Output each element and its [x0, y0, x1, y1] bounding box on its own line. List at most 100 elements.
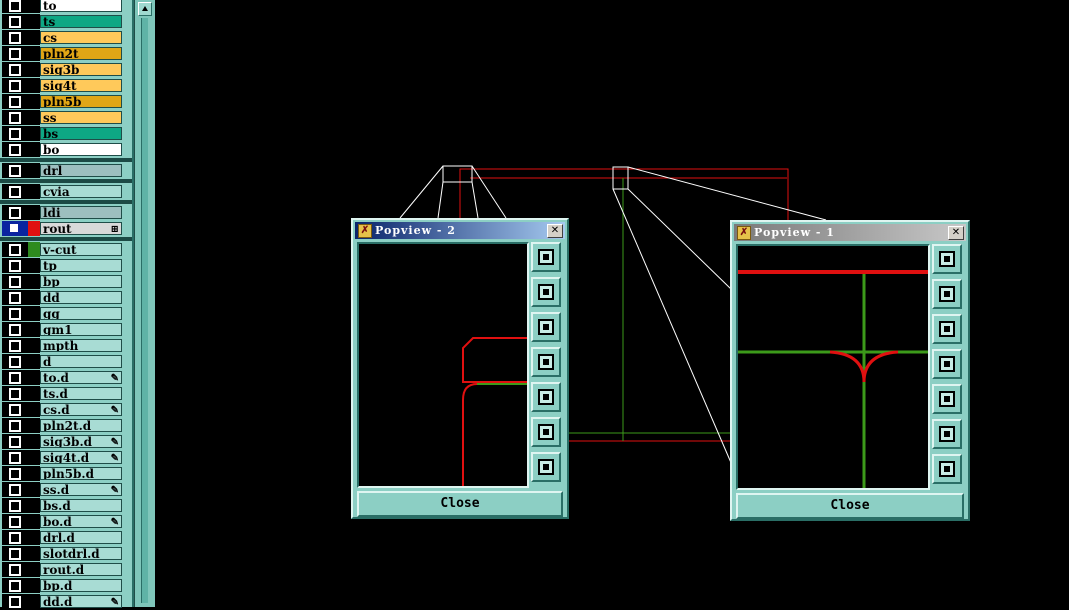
layer-color-swatch[interactable]	[28, 242, 40, 257]
layer-row[interactable]: d	[0, 354, 132, 370]
checkbox-icon[interactable]	[9, 112, 21, 124]
checkbox-icon[interactable]	[9, 420, 21, 432]
layer-checkbox[interactable]	[2, 530, 28, 545]
layer-name[interactable]: ts.d	[40, 387, 122, 400]
layer-checkbox[interactable]	[2, 322, 28, 337]
layer-row[interactable]: to	[0, 0, 132, 14]
view-tool-button[interactable]	[932, 384, 962, 414]
layer-color-swatch[interactable]	[28, 94, 40, 109]
layer-row[interactable]: pln5b	[0, 94, 132, 110]
layer-color-swatch[interactable]	[28, 163, 40, 178]
layer-name[interactable]: cs	[40, 31, 122, 44]
layer-checkbox[interactable]	[2, 498, 28, 513]
layer-checkbox[interactable]	[2, 466, 28, 481]
layer-row[interactable]: dd	[0, 290, 132, 306]
checkbox-icon[interactable]	[9, 500, 21, 512]
layer-row[interactable]: ss	[0, 110, 132, 126]
layer-row[interactable]: bp.d	[0, 578, 132, 594]
layer-name[interactable]: pln5b.d	[40, 467, 122, 480]
layer-name[interactable]: gg	[40, 307, 122, 320]
checkbox-icon[interactable]	[10, 224, 18, 232]
layer-color-swatch[interactable]	[28, 205, 40, 220]
layer-checkbox[interactable]	[2, 354, 28, 369]
layer-row[interactable]: dd.d ✎	[0, 594, 132, 610]
layer-checkbox[interactable]	[2, 306, 28, 321]
layer-name[interactable]: ts	[40, 15, 122, 28]
layer-checkbox[interactable]	[2, 14, 28, 29]
checkbox-icon[interactable]	[9, 260, 21, 272]
layer-name[interactable]: drl.d	[40, 531, 122, 544]
layer-checkbox[interactable]	[2, 242, 28, 257]
layer-checkbox[interactable]	[2, 62, 28, 77]
view-tool-button[interactable]	[531, 242, 561, 272]
layer-color-swatch[interactable]	[28, 46, 40, 61]
layer-row[interactable]: drl.d	[0, 530, 132, 546]
layer-row[interactable]: v-cut	[0, 242, 132, 258]
layer-name[interactable]: sig4t.d ✎	[40, 451, 122, 464]
checkbox-icon[interactable]	[9, 548, 21, 560]
popview-2-window[interactable]: ✗ Popview - 2 ✕ Close	[351, 218, 569, 519]
checkbox-icon[interactable]	[9, 468, 21, 480]
checkbox-icon[interactable]	[9, 356, 21, 368]
layer-checkbox[interactable]	[2, 418, 28, 433]
layer-color-swatch[interactable]	[28, 142, 40, 157]
layer-name[interactable]: drl	[40, 164, 122, 177]
checkbox-icon[interactable]	[9, 580, 21, 592]
checkbox-icon[interactable]	[9, 207, 21, 219]
layer-name[interactable]: tp	[40, 259, 122, 272]
layer-row[interactable]: rout.d	[0, 562, 132, 578]
checkbox-icon[interactable]	[9, 452, 21, 464]
layer-row[interactable]: ts.d	[0, 386, 132, 402]
layer-color-swatch[interactable]	[28, 62, 40, 77]
layer-color-swatch[interactable]	[28, 498, 40, 513]
layer-color-swatch[interactable]	[28, 338, 40, 353]
popview-1-close-button[interactable]: Close	[736, 493, 964, 519]
checkbox-icon[interactable]	[9, 0, 21, 12]
layer-color-swatch[interactable]	[28, 126, 40, 141]
layer-name[interactable]: ss.d ✎	[40, 483, 122, 496]
layer-row[interactable]: cs.d ✎	[0, 402, 132, 418]
checkbox-icon[interactable]	[9, 128, 21, 140]
layer-row[interactable]: mpth	[0, 338, 132, 354]
layer-checkbox[interactable]	[2, 163, 28, 178]
layer-row[interactable]: sig4t.d ✎	[0, 450, 132, 466]
checkbox-icon[interactable]	[9, 388, 21, 400]
layer-checkbox[interactable]	[2, 221, 28, 236]
layer-color-swatch[interactable]	[28, 110, 40, 125]
checkbox-icon[interactable]	[9, 165, 21, 177]
checkbox-icon[interactable]	[9, 292, 21, 304]
layer-name[interactable]: gm1	[40, 323, 122, 336]
layer-color-swatch[interactable]	[28, 546, 40, 561]
layer-color-swatch[interactable]	[28, 578, 40, 593]
layer-checkbox[interactable]	[2, 46, 28, 61]
layer-name[interactable]: rout ⊞	[40, 222, 122, 235]
view-tool-button[interactable]	[531, 417, 561, 447]
layer-checkbox[interactable]	[2, 205, 28, 220]
checkbox-icon[interactable]	[9, 186, 21, 198]
layer-row[interactable]: drl	[0, 163, 132, 179]
checkbox-icon[interactable]	[9, 324, 21, 336]
layer-color-swatch[interactable]	[28, 482, 40, 497]
checkbox-icon[interactable]	[9, 516, 21, 528]
layer-color-swatch[interactable]	[28, 258, 40, 273]
view-tool-button[interactable]	[932, 314, 962, 344]
layer-color-swatch[interactable]	[28, 221, 40, 236]
layer-checkbox[interactable]	[2, 126, 28, 141]
layer-color-swatch[interactable]	[28, 386, 40, 401]
checkbox-icon[interactable]	[9, 48, 21, 60]
layer-name[interactable]: pln2t.d	[40, 419, 122, 432]
layer-name[interactable]: bs	[40, 127, 122, 140]
layer-name[interactable]: dd	[40, 291, 122, 304]
layer-checkbox[interactable]	[2, 562, 28, 577]
layer-name[interactable]: ldi	[40, 206, 122, 219]
checkbox-icon[interactable]	[9, 404, 21, 416]
layer-row[interactable]: sig4t	[0, 78, 132, 94]
layer-row[interactable]: bs.d	[0, 498, 132, 514]
layer-color-swatch[interactable]	[28, 562, 40, 577]
layer-checkbox[interactable]	[2, 578, 28, 593]
layer-color-swatch[interactable]	[28, 514, 40, 529]
layer-name[interactable]: d	[40, 355, 122, 368]
layer-name[interactable]: pln5b	[40, 95, 122, 108]
layer-checkbox[interactable]	[2, 514, 28, 529]
layer-row[interactable]: ldi	[0, 205, 132, 221]
